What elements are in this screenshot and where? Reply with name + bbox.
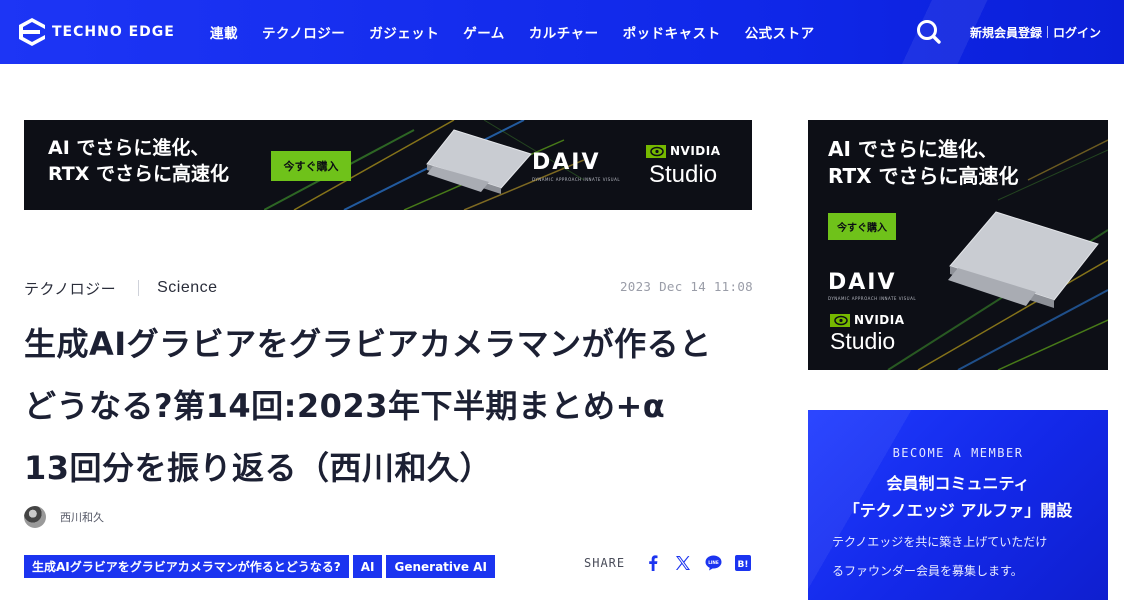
x-icon[interactable]	[673, 553, 693, 573]
ad-buy-button[interactable]: 今すぐ購入	[271, 151, 351, 181]
banner-ad[interactable]: AI でさらに進化、 RTX でさらに高速化 今すぐ購入 DAIV DYNAMI…	[24, 120, 752, 210]
article-title-line1: 生成AIグラビアをグラビアカメラマンが作ると	[24, 325, 712, 363]
ad-headline: AI でさらに進化、 RTX でさらに高速化	[48, 136, 229, 187]
nvidia-text: NVIDIA	[670, 144, 721, 158]
avatar	[24, 506, 46, 528]
tag-generative-ai[interactable]: Generative AI	[386, 555, 495, 578]
laptop-image	[948, 211, 1099, 308]
nav-item-store[interactable]: 公式ストア	[745, 22, 815, 42]
ad-headline-line1: AI でさらに進化、	[48, 137, 210, 159]
daiv-logo: DAIV	[828, 270, 897, 295]
member-desc-line2: るファウンダー会員を募集します。	[832, 564, 1023, 578]
ad-headline-line2: RTX でさらに高速化	[48, 162, 230, 185]
site-logo[interactable]: TECHNO EDGE	[18, 16, 175, 48]
studio-text: Studio	[830, 328, 896, 354]
ad-headline: AI でさらに進化、 RTX でさらに高速化	[828, 136, 1019, 190]
article-title-line2: どうなる?第14回:2023年下半期まとめ+α	[24, 387, 666, 425]
studio-text: Studio	[649, 161, 718, 188]
membership-promo[interactable]: BECOME A MEMBER 会員制コミュニティ 「テクノエッジ アルファ」開…	[808, 410, 1108, 600]
article-categories: テクノロジー Science	[24, 277, 218, 299]
register-link[interactable]: 新規会員登録	[970, 24, 1042, 41]
nvidia-eye-icon	[646, 144, 666, 158]
article-title-line3: 13回分を振り返る（西川和久）	[24, 449, 493, 487]
ad-headline-line1: AI でさらに進化、	[828, 137, 998, 161]
facebook-icon[interactable]	[643, 553, 663, 573]
daiv-tagline: DYNAMIC APPROACH INNATE VISUAL	[828, 296, 917, 301]
logo-e-icon	[19, 18, 45, 46]
member-kicker: BECOME A MEMBER	[892, 446, 1024, 460]
daiv-tagline: DYNAMIC APPROACH INNATE VISUAL	[532, 177, 621, 182]
ad-buy-button[interactable]: 今すぐ購入	[828, 213, 896, 240]
login-link[interactable]: ログイン	[1053, 24, 1101, 41]
article-tags: 生成AIグラビアをグラビアカメラマンが作るとどうなる? AI Generativ…	[24, 555, 499, 578]
nav-item-game[interactable]: ゲーム	[463, 22, 505, 42]
svg-text:B!: B!	[738, 560, 749, 570]
share-bar: SHARE LINE B!	[584, 552, 763, 574]
share-label: SHARE	[584, 556, 626, 570]
nav-item-culture[interactable]: カルチャー	[529, 22, 599, 42]
main-nav: 連載 テクノロジー ガジェット ゲーム カルチャー ポッドキャスト 公式ストア	[210, 0, 839, 64]
member-desc-line1: テクノエッジを共に築き上げていただけ	[832, 535, 1048, 549]
search-icon[interactable]	[915, 18, 943, 46]
line-icon[interactable]: LINE	[703, 553, 723, 573]
nav-item-gadget[interactable]: ガジェット	[369, 22, 439, 42]
article-date: 2023 Dec 14 11:08	[619, 279, 753, 294]
author-name: 西川和久	[60, 511, 104, 524]
nvidia-logo: NVIDIA	[646, 144, 721, 158]
member-title-line1: 会員制コミュニティ	[886, 474, 1030, 493]
sidebar-ad[interactable]: AI でさらに進化、 RTX でさらに高速化 今すぐ購入 DAIV DYNAMI…	[808, 120, 1108, 370]
nvidia-text: NVIDIA	[854, 313, 905, 327]
nvidia-eye-icon	[830, 313, 850, 327]
hatena-bookmark-icon[interactable]: B!	[733, 553, 753, 573]
tag-ai[interactable]: AI	[352, 555, 383, 578]
auth-divider	[1047, 26, 1049, 38]
category-science[interactable]: Science	[157, 279, 217, 297]
category-divider	[138, 280, 140, 296]
member-title-line2: 「テクノエッジ アルファ」開設	[843, 501, 1073, 520]
daiv-logo: DAIV	[532, 150, 601, 175]
auth-links: 新規会員登録 ログイン	[970, 0, 1101, 64]
nav-item-technology[interactable]: テクノロジー	[262, 22, 345, 42]
svg-text:LINE: LINE	[708, 560, 719, 565]
logo-text: TECHNO EDGE	[52, 24, 175, 40]
member-description: テクノエッジを共に築き上げていただけ るファウンダー会員を募集します。	[832, 528, 1092, 586]
ad-headline-line2: RTX でさらに高速化	[828, 164, 1019, 188]
laptop-image	[426, 129, 532, 194]
nav-item-podcast[interactable]: ポッドキャスト	[623, 22, 721, 42]
member-title: 会員制コミュニティ 「テクノエッジ アルファ」開設	[808, 470, 1108, 524]
article-title: 生成AIグラビアをグラビアカメラマンが作ると どうなる?第14回:2023年下半…	[24, 313, 754, 499]
tag-series[interactable]: 生成AIグラビアをグラビアカメラマンが作るとどうなる?	[24, 555, 349, 578]
nav-item-series[interactable]: 連載	[210, 22, 238, 42]
nvidia-logo: NVIDIA	[830, 313, 905, 327]
article-author[interactable]: 西川和久	[24, 506, 104, 528]
site-header: TECHNO EDGE 連載 テクノロジー ガジェット ゲーム カルチャー ポッ…	[0, 0, 1124, 64]
category-technology[interactable]: テクノロジー	[24, 278, 116, 299]
